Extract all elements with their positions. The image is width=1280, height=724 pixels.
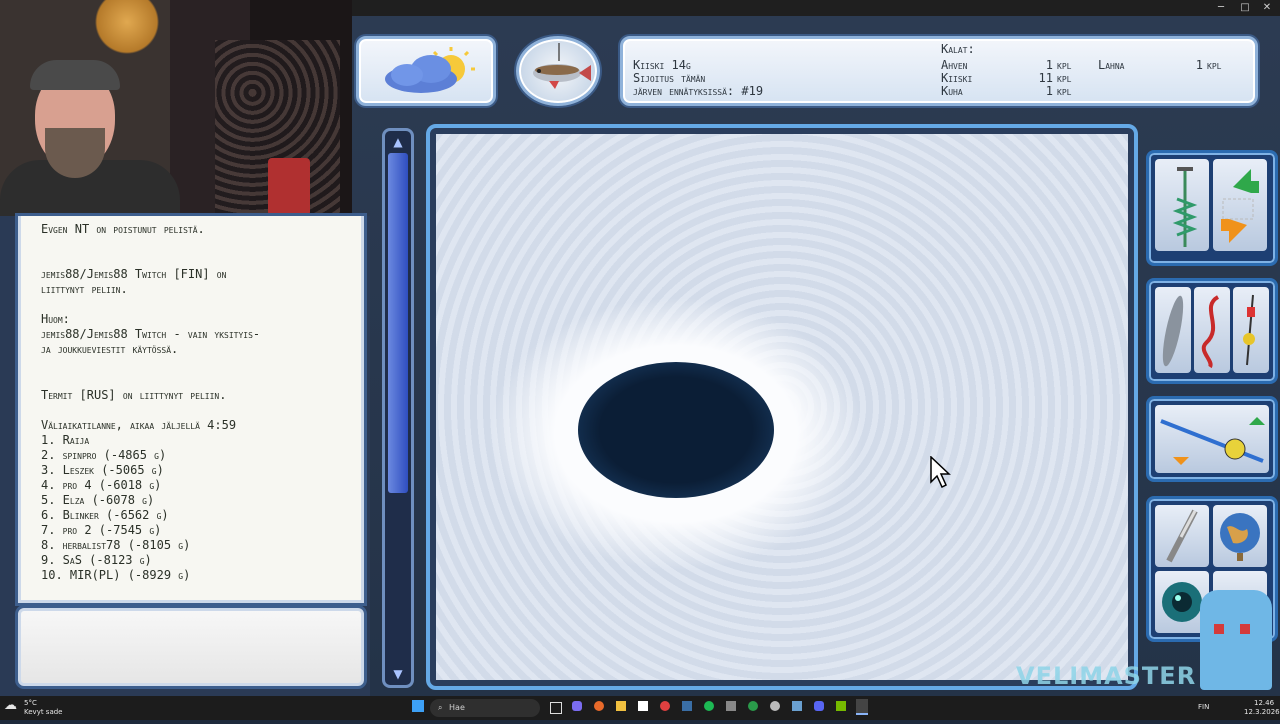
fish-unit: kpl [1057, 84, 1072, 98]
leaderboard-row: 6. Blinker (-6562 g) [41, 508, 169, 522]
chrome-icon[interactable] [660, 701, 670, 711]
lure-tool-panel[interactable] [1146, 278, 1278, 384]
ice-drill-icon[interactable] [1155, 159, 1209, 251]
weather-desc: Kevyt sade [24, 708, 63, 716]
leaderboard-row: 9. SaS (-8123 g) [41, 553, 152, 567]
fish-unit: kpl [1207, 58, 1222, 72]
fish-list-header: Kalat: [941, 42, 975, 56]
chat-line: Evgen NT on poistunut pelistä. [41, 222, 205, 236]
app-icon[interactable] [726, 701, 736, 711]
search-icon: ⌕ [438, 703, 443, 712]
taskbar-search[interactable]: ⌕ Hae [430, 699, 540, 717]
depth-scrollbar[interactable]: ▲ ▼ [382, 128, 414, 688]
headphones [30, 60, 120, 90]
scroll-down-icon[interactable]: ▼ [389, 667, 407, 681]
weather-panel[interactable] [356, 36, 496, 106]
start-icon[interactable] [412, 700, 424, 712]
fish-name: Lahna [1098, 58, 1125, 72]
leaderboard-row: 8. herbalist78 (-8105 g) [41, 538, 191, 552]
folder-icon[interactable] [616, 701, 626, 711]
catch-info-panel: Kiiski 14g Sijoitus tämän järven ennätyk… [620, 36, 1258, 106]
chat-line: Termit [RUS] on liittynyt peliin. [41, 388, 227, 402]
minimize-icon[interactable]: ─ [1210, 0, 1232, 16]
browser-icon[interactable] [594, 701, 604, 711]
chat-line: Väliaikatilanne, aikaa jäljellä 4:59 [41, 418, 237, 432]
chat-line: Huom: [41, 312, 70, 326]
chat-line: jemis88/Jemis88 Twitch [FIN] on [41, 267, 227, 281]
chat-line: liittynyt peliin. [41, 282, 128, 296]
store-icon[interactable] [638, 701, 648, 711]
scroll-thumb[interactable] [388, 153, 408, 493]
spotify-icon[interactable] [704, 701, 714, 711]
taskbar: ☁ 5°C Kevyt sade FIN 12.46 12.3.2026 [0, 696, 1280, 720]
rod-tool-panel[interactable] [1146, 396, 1278, 482]
globe-icon[interactable] [1213, 505, 1267, 567]
clock-date[interactable]: 12.3.2026 [1244, 708, 1280, 724]
leaderboard-row: 5. Elza (-6078 g) [41, 493, 155, 507]
chat-log[interactable]: Evgen NT on poistunut pelistä. jemis88/J… [18, 216, 364, 603]
close-icon[interactable]: ✕ [1256, 0, 1278, 16]
window-titlebar: ─ □ ✕ [352, 0, 1280, 16]
chat-line: ja joukkueviestit käytössä. [41, 342, 179, 356]
weather-cloud-icon[interactable]: ☁ [4, 698, 17, 714]
leaderboard-row: 4. pro 4 (-6018 g) [41, 478, 162, 492]
discord-icon[interactable] [814, 701, 824, 711]
knife-icon[interactable] [1155, 505, 1209, 567]
fish-name: Kuha [941, 84, 963, 98]
game-taskbar-icon[interactable] [856, 699, 868, 715]
fish-count: 1 [1045, 84, 1053, 98]
red-mug [268, 158, 310, 216]
webcam-overlay [0, 0, 352, 216]
fish-icon-panel[interactable] [516, 36, 600, 106]
app-icon[interactable] [572, 701, 582, 711]
move-arrows-icon[interactable] [1213, 159, 1267, 251]
app-icon[interactable] [792, 701, 802, 711]
language-indicator[interactable]: FIN [1198, 703, 1209, 719]
ranking-record-text: järven ennätyksissä: #19 [633, 84, 764, 98]
mouse-cursor-icon [930, 456, 951, 488]
chat-input[interactable] [18, 608, 364, 686]
fish-icon [533, 43, 591, 89]
fish-count: 1 [1195, 58, 1203, 72]
xbox-icon[interactable] [748, 701, 758, 711]
leaderboard-row: 3. Leszek (-5065 g) [41, 463, 164, 477]
task-view-icon[interactable] [550, 702, 562, 714]
leaderboard-row: 1. Raija [41, 433, 90, 447]
leaderboard-row: 2. spinpro (-4865 g) [41, 448, 167, 462]
search-placeholder: Hae [449, 703, 465, 712]
ice-hole[interactable] [578, 362, 774, 498]
jig-lure-icon[interactable] [1233, 287, 1269, 373]
stream-watermark: VELIMASTER [1016, 662, 1197, 690]
steam-icon[interactable] [682, 701, 692, 711]
worm-bait-icon[interactable] [1194, 287, 1230, 373]
partly-cloudy-icon [385, 47, 475, 93]
drill-tool-panel[interactable] [1146, 150, 1278, 266]
ice-fishing-rod-icon[interactable] [1155, 405, 1269, 473]
spoon-lure-icon[interactable] [1155, 287, 1191, 373]
nvidia-icon[interactable] [836, 701, 846, 711]
obs-icon[interactable] [770, 701, 780, 711]
maximize-icon[interactable]: □ [1234, 0, 1256, 16]
mascot-overlay [1200, 590, 1272, 690]
ice-surface[interactable] [436, 134, 1128, 680]
leaderboard-row: 10. MIR(PL) (-8929 g) [41, 568, 191, 582]
chat-line: jemis88/Jemis88 Twitch - vain yksityis- [41, 327, 261, 341]
leaderboard-row: 7. pro 2 (-7545 g) [41, 523, 162, 537]
scroll-up-icon[interactable]: ▲ [389, 135, 407, 149]
